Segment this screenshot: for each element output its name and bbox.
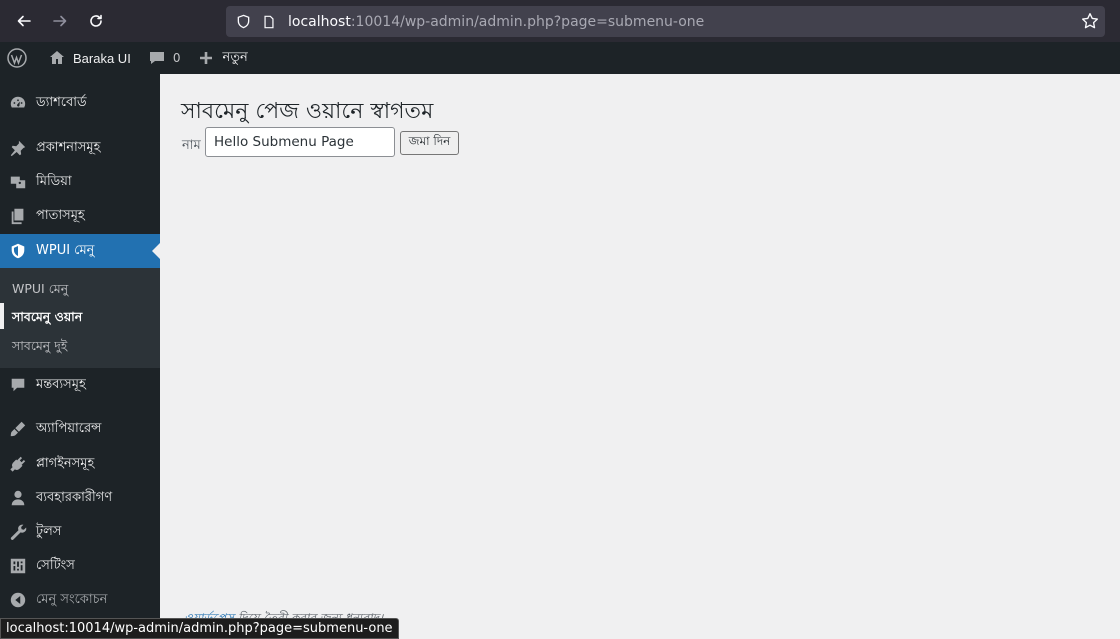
menu-label: প্লাগইনসমূহ [36, 455, 95, 471]
menu-label: টুলস [36, 523, 62, 539]
site-name-link[interactable]: Baraka UI [35, 42, 139, 74]
plugin-icon [0, 455, 36, 473]
plus-icon [200, 52, 213, 64]
wpui-submenu: WPUI মেনু সাবমেনু ওয়ান সাবমেনু দুই [0, 268, 160, 368]
comment-count: 0 [172, 51, 181, 65]
menu-settings[interactable]: সেটিংস [0, 549, 160, 583]
pin-icon [0, 139, 36, 157]
page-title: সাবমেনু পেজ ওয়ানে স্বাগতম [181, 99, 434, 124]
menu-label: মেনু সংকোচন [36, 591, 108, 607]
home-icon [50, 51, 64, 64]
media-icon [0, 173, 36, 191]
menu-tools[interactable]: টুলস [0, 515, 160, 549]
menu-label: অ্যাপিয়ারেন্স [36, 420, 102, 436]
new-content-link[interactable]: নতুন [188, 42, 255, 74]
reload-icon [90, 14, 102, 27]
menu-label: WPUI মেনু [36, 242, 95, 258]
admin-sidebar: ড্যাশবোর্ড প্রকাশনাসমূহ মিডিয়া পাতাসমূহ… [0, 74, 160, 639]
menu-wpui[interactable]: WPUI মেনু [0, 234, 160, 268]
back-button[interactable] [6, 0, 42, 42]
back-arrow-icon [17, 15, 31, 27]
menu-dashboard[interactable]: ড্যাশবোর্ড [0, 86, 160, 120]
forward-button[interactable] [42, 0, 78, 42]
menu-label: মিডিয়া [36, 173, 72, 189]
menu-media[interactable]: মিডিয়া [0, 165, 160, 199]
menu-plugins[interactable]: প্লাগইনসমূহ [0, 447, 160, 481]
url-text[interactable]: localhost:10014/wp-admin/admin.php?page=… [288, 14, 704, 30]
url-path: :10014/wp-admin/admin.php?page=submenu-o… [350, 13, 705, 30]
status-url-tooltip: localhost:10014/wp-admin/admin.php?page=… [0, 618, 399, 639]
menu-collapse[interactable]: মেনু সংকোচন [0, 583, 160, 617]
wp-logo-button[interactable] [0, 42, 35, 74]
settings-icon [0, 557, 36, 575]
user-icon [0, 489, 36, 507]
shield-icon [0, 242, 36, 260]
menu-pages[interactable]: পাতাসমূহ [0, 199, 160, 233]
comment-icon [0, 376, 36, 394]
submenu-item-wpui[interactable]: WPUI মেনু [12, 281, 68, 301]
menu-label: প্রকাশনাসমূহ [36, 139, 101, 155]
active-marker [0, 303, 4, 329]
wordpress-logo-icon [7, 48, 27, 68]
page-icon [0, 207, 36, 225]
menu-comments[interactable]: মন্তব্যসমূহ [0, 368, 160, 402]
main-content: সাবমেনু পেজ ওয়ানে স্বাগতম নাম জমা দিন ও… [160, 74, 1120, 639]
wp-admin-bar: Baraka UI 0 নতুন [0, 42, 1120, 74]
new-label: নতুন [222, 48, 248, 64]
collapse-icon [0, 591, 36, 609]
name-input[interactable] [205, 127, 395, 157]
forward-arrow-icon [53, 15, 67, 27]
submit-button[interactable]: জমা দিন [400, 131, 459, 155]
site-name: Baraka UI [73, 50, 131, 66]
menu-label: ব্যবহারকারীগণ [36, 489, 113, 505]
comment-icon [149, 52, 164, 64]
browser-toolbar: localhost:10014/wp-admin/admin.php?page=… [0, 0, 1120, 42]
shield-icon[interactable] [234, 13, 252, 31]
menu-label: মন্তব্যসমূহ [36, 376, 86, 392]
dashboard-icon [0, 94, 36, 112]
submenu-item-two[interactable]: সাবমেনু দুই [12, 338, 67, 358]
comments-link[interactable]: 0 [139, 42, 189, 74]
bookmark-star-icon[interactable] [1081, 12, 1099, 30]
menu-label: পাতাসমূহ [36, 207, 85, 223]
url-host: localhost [288, 13, 351, 30]
name-label: নাম [182, 138, 201, 153]
brush-icon [0, 420, 36, 438]
menu-label: ড্যাশবোর্ড [36, 94, 87, 110]
page-icon [260, 13, 278, 31]
wrench-icon [0, 523, 36, 541]
url-bar[interactable]: localhost:10014/wp-admin/admin.php?page=… [226, 6, 1105, 37]
menu-users[interactable]: ব্যবহারকারীগণ [0, 481, 160, 515]
reload-button[interactable] [78, 0, 114, 42]
menu-appearance[interactable]: অ্যাপিয়ারেন্স [0, 412, 160, 446]
submenu-item-one[interactable]: সাবমেনু ওয়ান [12, 309, 82, 329]
menu-label: সেটিংস [36, 557, 75, 573]
menu-posts[interactable]: প্রকাশনাসমূহ [0, 131, 160, 165]
